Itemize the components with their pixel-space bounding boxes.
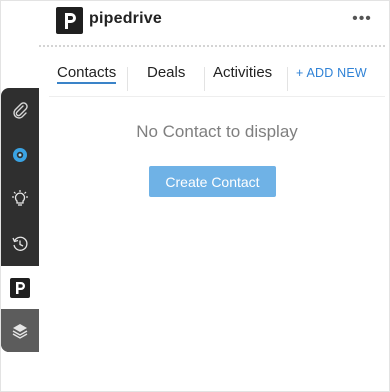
sidebar-item-history[interactable] bbox=[1, 222, 39, 265]
header: pipedrive ••• bbox=[56, 7, 389, 35]
divider bbox=[39, 45, 385, 47]
sidebar-item-insights[interactable] bbox=[1, 177, 39, 220]
more-options-icon[interactable]: ••• bbox=[350, 9, 374, 29]
sidebar-item-crm[interactable] bbox=[1, 133, 39, 176]
layers-icon bbox=[12, 323, 28, 339]
sidebar bbox=[1, 88, 39, 352]
pipedrive-logo-icon bbox=[56, 7, 83, 34]
add-new-link[interactable]: + ADD NEW bbox=[296, 66, 367, 80]
tab-separator bbox=[127, 67, 128, 91]
tab-separator bbox=[287, 67, 288, 91]
tab-activities[interactable]: Activities bbox=[213, 64, 272, 81]
pipedrive-icon bbox=[10, 277, 30, 298]
tab-deals[interactable]: Deals bbox=[147, 64, 185, 81]
lightbulb-icon bbox=[12, 189, 28, 206]
tab-contacts[interactable]: Contacts bbox=[57, 64, 117, 84]
paperclip-icon bbox=[13, 101, 28, 119]
sidebar-item-pipedrive[interactable] bbox=[1, 266, 39, 309]
tab-separator bbox=[204, 67, 205, 91]
brand-name: pipedrive bbox=[89, 10, 162, 27]
sidebar-item-attachments[interactable] bbox=[1, 88, 39, 131]
history-icon bbox=[12, 236, 28, 251]
sidebar-item-layers[interactable] bbox=[1, 309, 39, 352]
tab-bar: Contacts Deals Activities + ADD NEW bbox=[49, 56, 385, 97]
create-contact-button[interactable]: Create Contact bbox=[149, 166, 276, 197]
empty-state-message: No Contact to display bbox=[136, 122, 298, 141]
extension-panel: pipedrive ••• Contacts Deals Activities … bbox=[0, 0, 390, 392]
crm-logo-icon bbox=[13, 147, 27, 162]
